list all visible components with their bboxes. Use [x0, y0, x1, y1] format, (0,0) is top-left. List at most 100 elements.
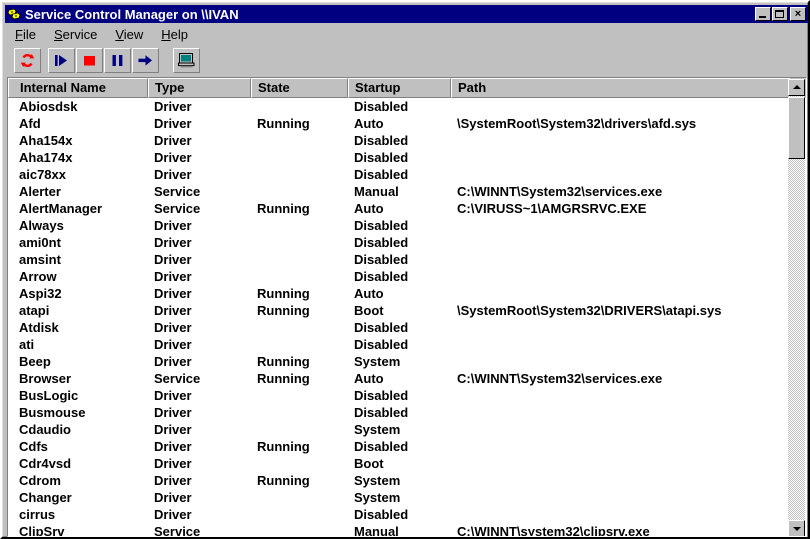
cell-startup: Boot — [354, 303, 384, 318]
cell-startup: Manual — [354, 184, 399, 199]
table-row[interactable]: amsint Driver Disabled — [8, 251, 806, 268]
column-header-path[interactable]: Path — [451, 78, 791, 98]
cell-startup: Disabled — [354, 235, 409, 250]
cell-startup: Disabled — [354, 405, 409, 420]
cell-type: Service — [154, 184, 201, 199]
cell-path — [451, 387, 791, 404]
column-header-state[interactable]: State — [251, 78, 348, 98]
table-row[interactable]: Browser Service Running Auto C:\WINNT\System… — [8, 370, 806, 387]
table-row[interactable]: Cdfs Driver Running Disabled — [8, 438, 806, 455]
cell-path — [451, 404, 791, 421]
cell-type: Driver — [154, 150, 192, 165]
cell-state — [251, 489, 348, 506]
scroll-down-button[interactable] — [788, 520, 805, 536]
table-row[interactable]: Cdaudio Driver System — [8, 421, 806, 438]
table-row[interactable]: ClipSrv Service Manual C:\WINNT\system32\cl… — [8, 523, 806, 537]
table-row[interactable]: Beep Driver Running System — [8, 353, 806, 370]
cell-startup: Disabled — [354, 507, 409, 522]
menu-item-view[interactable]: View — [106, 25, 152, 44]
continue-button[interactable] — [132, 47, 159, 73]
table-row[interactable]: atapi Driver Running Boot \SystemRoot\System… — [8, 302, 806, 319]
stop-icon — [84, 55, 95, 65]
table-row[interactable]: Cdrom Driver Running System — [8, 472, 806, 489]
cell-name: Cdfs — [19, 439, 48, 454]
cell-startup: System — [354, 354, 401, 369]
table-row[interactable]: ati Driver Disabled — [8, 336, 806, 353]
scrollbar-thumb[interactable] — [788, 97, 805, 159]
cell-type: Driver — [154, 133, 192, 148]
cell-state — [251, 166, 348, 183]
table-row[interactable]: Afd Driver Running Auto \SystemRoot\System32… — [8, 115, 806, 132]
cell-type: Driver — [154, 252, 192, 267]
table-row[interactable]: Atdisk Driver Disabled — [8, 319, 806, 336]
cell-type: Driver — [154, 218, 192, 233]
cell-type: Driver — [154, 456, 192, 471]
cell-path — [451, 166, 791, 183]
cell-startup: Auto — [354, 201, 384, 216]
cell-name: aic78xx — [19, 167, 66, 182]
table-row[interactable]: Arrow Driver Disabled — [8, 268, 806, 285]
column-header-internal-name[interactable]: Internal Name — [8, 78, 148, 98]
refresh-icon — [20, 53, 35, 67]
cell-state: Running — [257, 303, 310, 318]
column-header-type[interactable]: Type — [148, 78, 251, 98]
cell-type: Driver — [154, 354, 192, 369]
cell-type: Driver — [154, 320, 192, 335]
computer-button[interactable] — [173, 47, 200, 73]
table-row[interactable]: Changer Driver System — [8, 489, 806, 506]
cell-type: Driver — [154, 269, 192, 284]
stop-button[interactable] — [76, 47, 103, 73]
scrollbar-track[interactable] — [788, 96, 805, 520]
column-header-startup[interactable]: Startup — [348, 78, 451, 98]
cell-startup: Boot — [354, 456, 384, 471]
cell-state — [251, 421, 348, 438]
cell-state — [251, 319, 348, 336]
services-gear-icon — [6, 6, 22, 22]
toolbar — [6, 45, 807, 75]
table-row[interactable]: Aha174x Driver Disabled — [8, 149, 806, 166]
cell-startup: Disabled — [354, 252, 409, 267]
cell-state — [251, 98, 348, 115]
table-row[interactable]: Aspi32 Driver Running Auto — [8, 285, 806, 302]
table-row[interactable]: aic78xx Driver Disabled — [8, 166, 806, 183]
refresh-button[interactable] — [14, 47, 41, 73]
table-row[interactable]: Busmouse Driver Disabled — [8, 404, 806, 421]
close-button[interactable]: × — [790, 7, 806, 21]
cell-startup: Disabled — [354, 269, 409, 284]
table-row[interactable]: Alerter Service Manual C:\WINNT\System32\se… — [8, 183, 806, 200]
table-row[interactable]: AlertManager Service Running Auto C:\VIRUSS~… — [8, 200, 806, 217]
cell-name: AlertManager — [19, 201, 103, 216]
cell-name: Atdisk — [19, 320, 59, 335]
table-row[interactable]: Cdr4vsd Driver Boot — [8, 455, 806, 472]
cell-startup: Disabled — [354, 320, 409, 335]
start-button[interactable] — [48, 47, 75, 73]
cell-type: Service — [154, 524, 201, 537]
scroll-up-button[interactable] — [788, 79, 805, 96]
table-row[interactable]: Abiosdsk Driver Disabled — [8, 98, 806, 115]
cell-type: Driver — [154, 507, 192, 522]
cell-type: Driver — [154, 286, 192, 301]
cell-type: Driver — [154, 388, 192, 403]
vertical-scrollbar[interactable] — [788, 79, 805, 536]
cell-state — [251, 387, 348, 404]
minimize-button[interactable] — [755, 7, 771, 21]
menu-item-help[interactable]: Help — [152, 25, 197, 44]
cell-state: Running — [257, 439, 310, 454]
cell-name: Arrow — [19, 269, 57, 284]
cell-name: atapi — [19, 303, 50, 318]
cell-startup: Auto — [354, 371, 384, 386]
cell-state — [251, 523, 348, 536]
title-bar: Service Control Manager on \\IVAN × — [5, 5, 808, 23]
menu-item-service[interactable]: Service — [45, 25, 106, 44]
menu-item-file[interactable]: File — [6, 25, 45, 44]
table-row[interactable]: Aha154x Driver Disabled — [8, 132, 806, 149]
table-row[interactable]: cirrus Driver Disabled — [8, 506, 806, 523]
cell-type: Driver — [154, 473, 192, 488]
list-rows: Abiosdsk Driver Disabled Afd Driver Running Au… — [8, 98, 806, 537]
pause-button[interactable] — [104, 47, 131, 73]
table-row[interactable]: ami0nt Driver Disabled — [8, 234, 806, 251]
maximize-button[interactable] — [772, 7, 788, 21]
table-row[interactable]: Always Driver Disabled — [8, 217, 806, 234]
cell-name: ClipSrv — [19, 524, 65, 537]
table-row[interactable]: BusLogic Driver Disabled — [8, 387, 806, 404]
